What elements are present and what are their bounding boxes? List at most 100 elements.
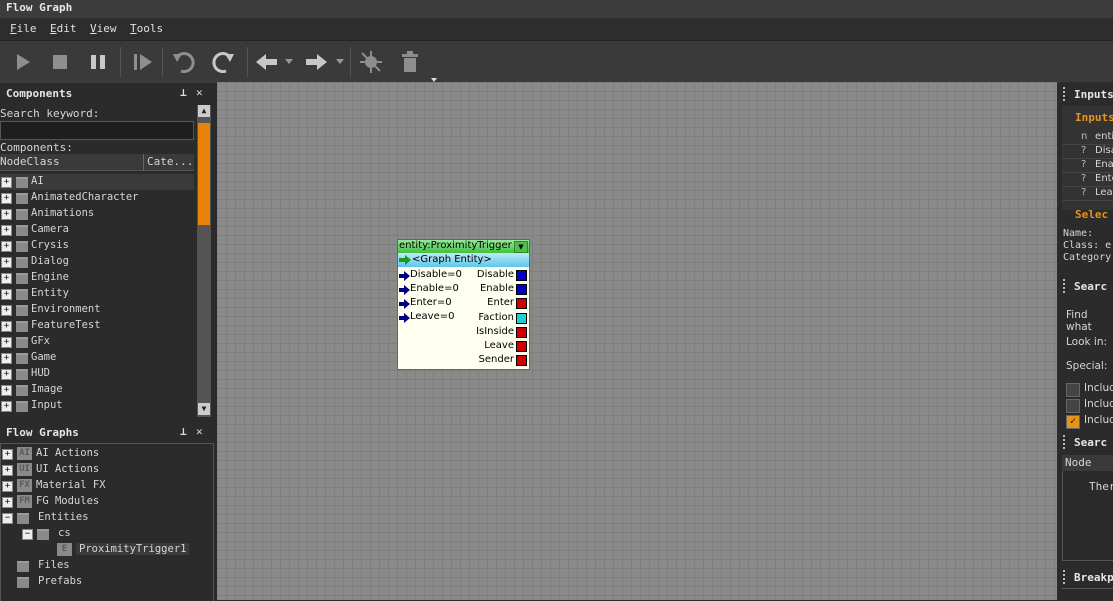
expand-icon[interactable]: +	[2, 497, 13, 508]
expand-icon[interactable]: +	[1, 257, 12, 268]
node-output-port[interactable]: IsInside	[449, 326, 529, 340]
forward-icon[interactable]	[303, 49, 329, 75]
component-item[interactable]: + HUD	[0, 366, 194, 382]
node-output-port[interactable]: Leave	[449, 340, 529, 354]
undo-icon[interactable]	[171, 49, 197, 75]
redo-icon[interactable]	[210, 49, 236, 75]
node-entity-row[interactable]: <Graph Entity>	[398, 253, 529, 267]
proximity-trigger-node[interactable]: entity:ProximityTrigger ▼ <Graph Entity>…	[397, 239, 530, 370]
expand-icon[interactable]: +	[1, 369, 12, 380]
expand-icon[interactable]: +	[2, 449, 13, 460]
pin-icon[interactable]: ⊥	[180, 425, 187, 438]
component-item[interactable]: + Crysis	[0, 238, 194, 254]
output-pin-icon[interactable]	[516, 312, 527, 324]
output-pin-icon[interactable]	[516, 355, 527, 367]
menu-edit[interactable]: Edit	[50, 22, 77, 35]
flowgraph-item[interactable]: + AI AI Actions	[1, 446, 211, 462]
expand-icon[interactable]: +	[1, 385, 12, 396]
flowgraph-item[interactable]: − Entities	[1, 510, 211, 526]
component-item[interactable]: + Entity	[0, 286, 194, 302]
checkbox-icon[interactable]	[1066, 383, 1080, 397]
stop-icon[interactable]	[47, 49, 73, 75]
input-property-row[interactable]: ? Lea	[1062, 187, 1113, 201]
node-dropdown-icon[interactable]: ▼	[514, 241, 528, 253]
output-pin-icon[interactable]	[516, 341, 527, 352]
menu-tools[interactable]: Tools	[130, 22, 163, 35]
pause-icon[interactable]	[85, 49, 111, 75]
components-scrollbar[interactable]: ▲ ▼	[197, 105, 211, 417]
expand-icon[interactable]: −	[22, 529, 33, 540]
input-property-row[interactable]: ? Ena	[1062, 159, 1113, 173]
include-checkbox[interactable]: Includ	[1066, 398, 1113, 413]
close-icon[interactable]: ✕	[196, 425, 203, 438]
expand-icon[interactable]: +	[1, 337, 12, 348]
node-column-header[interactable]: Node	[1062, 455, 1113, 471]
expand-icon[interactable]: +	[2, 465, 13, 476]
back-dropdown-icon[interactable]	[283, 49, 295, 75]
expand-icon[interactable]: +	[1, 209, 12, 220]
menu-file[interactable]: File	[10, 22, 37, 35]
close-icon[interactable]: ✕	[196, 86, 203, 99]
delete-icon[interactable]	[397, 49, 423, 75]
checkbox-icon[interactable]	[1066, 399, 1080, 413]
expand-icon[interactable]: −	[2, 513, 13, 524]
expand-icon[interactable]: +	[1, 305, 12, 316]
expand-icon[interactable]: +	[1, 289, 12, 300]
component-item[interactable]: + Engine	[0, 270, 194, 286]
component-item[interactable]: + AI	[0, 174, 194, 190]
node-output-port[interactable]: Disable	[449, 269, 529, 283]
input-property-row[interactable]: ? Ente	[1062, 173, 1113, 187]
scroll-up-icon[interactable]: ▲	[198, 105, 210, 117]
flowgraph-item[interactable]: Prefabs	[1, 574, 211, 590]
col-nodeclass[interactable]: NodeClass	[0, 155, 60, 168]
scroll-thumb[interactable]	[198, 123, 210, 225]
play-icon[interactable]	[10, 49, 36, 75]
graph-canvas[interactable]	[217, 82, 1057, 600]
flowgraph-item[interactable]: E ProximityTrigger1	[1, 542, 211, 558]
flowgraph-item[interactable]: + FX Material FX	[1, 478, 211, 494]
expand-icon[interactable]: +	[1, 353, 12, 364]
node-output-port[interactable]: Enter	[449, 297, 529, 311]
output-pin-icon[interactable]	[516, 298, 527, 310]
output-pin-icon[interactable]	[516, 284, 527, 296]
input-property-row[interactable]: ? Disa	[1062, 145, 1113, 159]
node-output-port[interactable]: Faction	[449, 312, 529, 326]
expand-icon[interactable]: +	[1, 321, 12, 332]
pin-icon[interactable]: ⊥	[180, 86, 187, 99]
flowgraph-item[interactable]: Files	[1, 558, 211, 574]
search-input[interactable]	[0, 121, 194, 140]
expand-icon[interactable]: +	[1, 241, 12, 252]
expand-icon[interactable]: +	[1, 225, 12, 236]
component-item[interactable]: + Image	[0, 382, 194, 398]
component-item[interactable]: + Input	[0, 398, 194, 414]
component-item[interactable]: + Game	[0, 350, 194, 366]
forward-dropdown-icon[interactable]	[334, 49, 346, 75]
back-icon[interactable]	[254, 49, 280, 75]
checkbox-icon[interactable]: ✓	[1066, 415, 1080, 429]
component-item[interactable]: + FeatureTest	[0, 318, 194, 334]
step-icon[interactable]	[130, 49, 156, 75]
expand-icon[interactable]: +	[1, 273, 12, 284]
component-item[interactable]: + Environment	[0, 302, 194, 318]
flowgraph-item[interactable]: + UI UI Actions	[1, 462, 211, 478]
output-pin-icon[interactable]	[516, 270, 527, 281]
component-item[interactable]: + Animations	[0, 206, 194, 222]
expand-icon[interactable]: +	[1, 401, 12, 412]
expand-icon[interactable]: +	[1, 177, 12, 188]
component-item[interactable]: + Camera	[0, 222, 194, 238]
col-category[interactable]: Cate...	[147, 155, 193, 168]
menu-view[interactable]: View	[90, 22, 117, 35]
expand-icon[interactable]: +	[1, 193, 12, 204]
component-item[interactable]: + Dialog	[0, 254, 194, 270]
include-checkbox[interactable]: ✓ Includ	[1066, 414, 1113, 429]
flowgraph-item[interactable]: + FM FG Modules	[1, 494, 211, 510]
input-property-row[interactable]: n enti	[1062, 131, 1113, 145]
debug-icon[interactable]	[358, 49, 384, 75]
output-pin-icon[interactable]	[516, 326, 527, 338]
component-item[interactable]: + AnimatedCharacter	[0, 190, 194, 206]
component-item[interactable]: + GFx	[0, 334, 194, 350]
node-header[interactable]: entity:ProximityTrigger ▼	[398, 240, 529, 253]
expand-icon[interactable]: +	[2, 481, 13, 492]
node-output-port[interactable]: Enable	[449, 283, 529, 297]
scroll-down-icon[interactable]: ▼	[198, 403, 210, 415]
